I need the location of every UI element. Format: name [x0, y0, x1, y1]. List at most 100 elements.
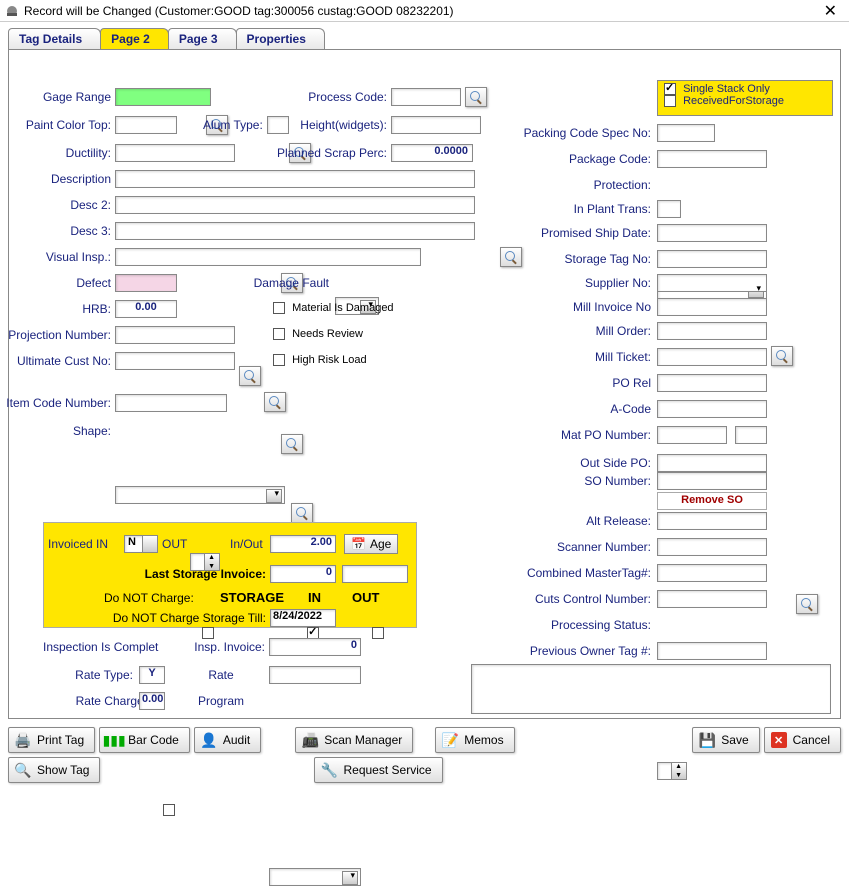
so-number-search-icon[interactable]	[796, 594, 818, 614]
memos-label: Memos	[464, 733, 503, 747]
alum-type-input[interactable]	[267, 116, 289, 134]
height-widgets-label: Height(widgets):	[291, 118, 387, 132]
packing-code-input[interactable]	[657, 124, 715, 142]
cuts-control-input[interactable]	[657, 590, 767, 608]
mat-po-input-2[interactable]	[735, 426, 767, 444]
single-stack-row[interactable]: Single Stack Only	[664, 83, 826, 95]
projection-number-input[interactable]	[115, 326, 235, 344]
tab-page-3[interactable]: Page 3	[168, 28, 237, 49]
alt-release-input[interactable]	[657, 512, 767, 530]
needs-review-checkbox[interactable]	[273, 328, 285, 340]
bar-code-button[interactable]: ▮▮▮ Bar Code	[99, 727, 190, 753]
po-rel-label: PO Rel	[495, 376, 651, 390]
program-select[interactable]	[269, 868, 361, 886]
storage-tag-input[interactable]	[657, 250, 767, 268]
app-icon	[4, 3, 20, 19]
planned-scrap-input[interactable]: 0.0000	[391, 144, 473, 162]
memos-button[interactable]: 📝 Memos	[435, 727, 514, 753]
cancel-label: Cancel	[793, 733, 830, 747]
a-code-input[interactable]	[657, 400, 767, 418]
last-storage-input[interactable]: 0	[270, 565, 336, 583]
planned-scrap-label: Planned Scrap Perc:	[263, 146, 387, 160]
in-plant-input[interactable]	[657, 200, 681, 218]
item-code-search-icon[interactable]	[281, 434, 303, 454]
mill-invoice-input[interactable]	[657, 298, 767, 316]
high-risk-checkbox[interactable]	[273, 354, 285, 366]
process-code-input[interactable]	[391, 88, 461, 106]
outside-po-input[interactable]	[657, 454, 767, 472]
process-code-search-icon[interactable]	[465, 87, 487, 107]
prev-owner-input[interactable]	[657, 642, 767, 660]
tab-page-2[interactable]: Page 2	[100, 28, 169, 49]
notes-area[interactable]	[471, 664, 831, 714]
high-risk-row[interactable]: High Risk Load	[273, 354, 367, 366]
description-input[interactable]	[115, 170, 475, 188]
scan-manager-button[interactable]: 📠 Scan Manager	[295, 727, 413, 753]
gage-range-label: Gage Range	[9, 90, 111, 104]
tab-properties[interactable]: Properties	[236, 28, 325, 49]
shape-search-icon[interactable]	[291, 503, 313, 523]
audit-button[interactable]: 👤 Audit	[194, 727, 261, 753]
request-service-button[interactable]: 🔧 Request Service	[314, 757, 442, 783]
projection-number-label: Projection Number:	[0, 328, 111, 342]
rate-type-input[interactable]: Y	[139, 666, 165, 684]
combined-master-input[interactable]	[657, 564, 767, 582]
scanner-number-input[interactable]	[657, 538, 767, 556]
desc2-input[interactable]	[115, 196, 475, 214]
material-damaged-row[interactable]: Material Is Damaged	[273, 302, 394, 314]
processing-status-spinner[interactable]: ▲▼	[657, 762, 687, 780]
high-risk-label: High Risk Load	[292, 354, 367, 366]
in-out-input[interactable]: 2.00	[270, 535, 336, 553]
package-code-input[interactable]	[657, 150, 767, 168]
save-button[interactable]: 💾 Save	[692, 727, 759, 753]
paint-color-top-input[interactable]	[115, 116, 177, 134]
ultimate-cust-input[interactable]	[115, 352, 235, 370]
item-code-input[interactable]	[115, 394, 227, 412]
visual-insp-input[interactable]	[115, 248, 421, 266]
process-code-label: Process Code:	[279, 90, 387, 104]
print-tag-button[interactable]: 🖨️ Print Tag	[8, 727, 95, 753]
rate-input[interactable]	[269, 666, 361, 684]
remove-so-button[interactable]: Remove SO	[657, 492, 767, 510]
desc3-input[interactable]	[115, 222, 475, 240]
height-widgets-input[interactable]	[391, 116, 481, 134]
defect-input[interactable]	[115, 274, 177, 292]
material-damaged-checkbox[interactable]	[273, 302, 285, 314]
cancel-button[interactable]: ✕ Cancel	[764, 727, 841, 753]
prev-owner-label: Previous Owner Tag #:	[495, 644, 651, 658]
last-storage-input-2[interactable]	[342, 565, 408, 583]
inspection-complete-checkbox[interactable]	[163, 804, 175, 816]
mat-po-input[interactable]	[657, 426, 727, 444]
needs-review-row[interactable]: Needs Review	[273, 328, 363, 340]
gage-range-input[interactable]	[115, 88, 211, 106]
promised-ship-search-icon[interactable]	[771, 346, 793, 366]
desc2-label: Desc 2:	[9, 198, 111, 212]
mill-ticket-input[interactable]	[657, 348, 767, 366]
insp-invoice-input[interactable]: 0	[269, 638, 361, 656]
single-stack-checkbox[interactable]	[664, 83, 676, 95]
window-title: Record will be Changed (Customer:GOOD ta…	[24, 4, 454, 18]
ultimate-cust-search-icon[interactable]	[264, 392, 286, 412]
storage-till-input[interactable]: 8/24/2022	[270, 609, 336, 627]
tab-tag-details[interactable]: Tag Details	[8, 28, 101, 49]
item-code-label: Item Code Number:	[0, 396, 111, 410]
age-button[interactable]: 📅 Age	[344, 534, 398, 554]
promised-ship-input[interactable]	[657, 224, 767, 242]
hrb-input[interactable]: 0.00	[115, 300, 177, 318]
po-rel-input[interactable]	[657, 374, 767, 392]
shape-select[interactable]	[115, 486, 285, 504]
received-storage-checkbox[interactable]	[664, 95, 676, 107]
received-storage-row[interactable]: ReceivedForStorage	[664, 95, 826, 107]
ductility-input[interactable]	[115, 144, 235, 162]
show-tag-button[interactable]: 🔍 Show Tag	[8, 757, 100, 783]
close-button[interactable]: ✕	[816, 1, 845, 21]
supplier-no-input[interactable]	[657, 274, 767, 292]
ultimate-cust-label: Ultimate Cust No:	[0, 354, 111, 368]
mill-order-input[interactable]	[657, 322, 767, 340]
projection-search-icon[interactable]	[239, 366, 261, 386]
do-not-charge-checkbox[interactable]	[202, 627, 214, 639]
invoiced-in-spinner[interactable]: N	[124, 535, 158, 553]
so-number-input[interactable]	[657, 472, 767, 490]
in-checkbox[interactable]	[372, 627, 384, 639]
rate-charge-input[interactable]: 0.00	[139, 692, 165, 710]
